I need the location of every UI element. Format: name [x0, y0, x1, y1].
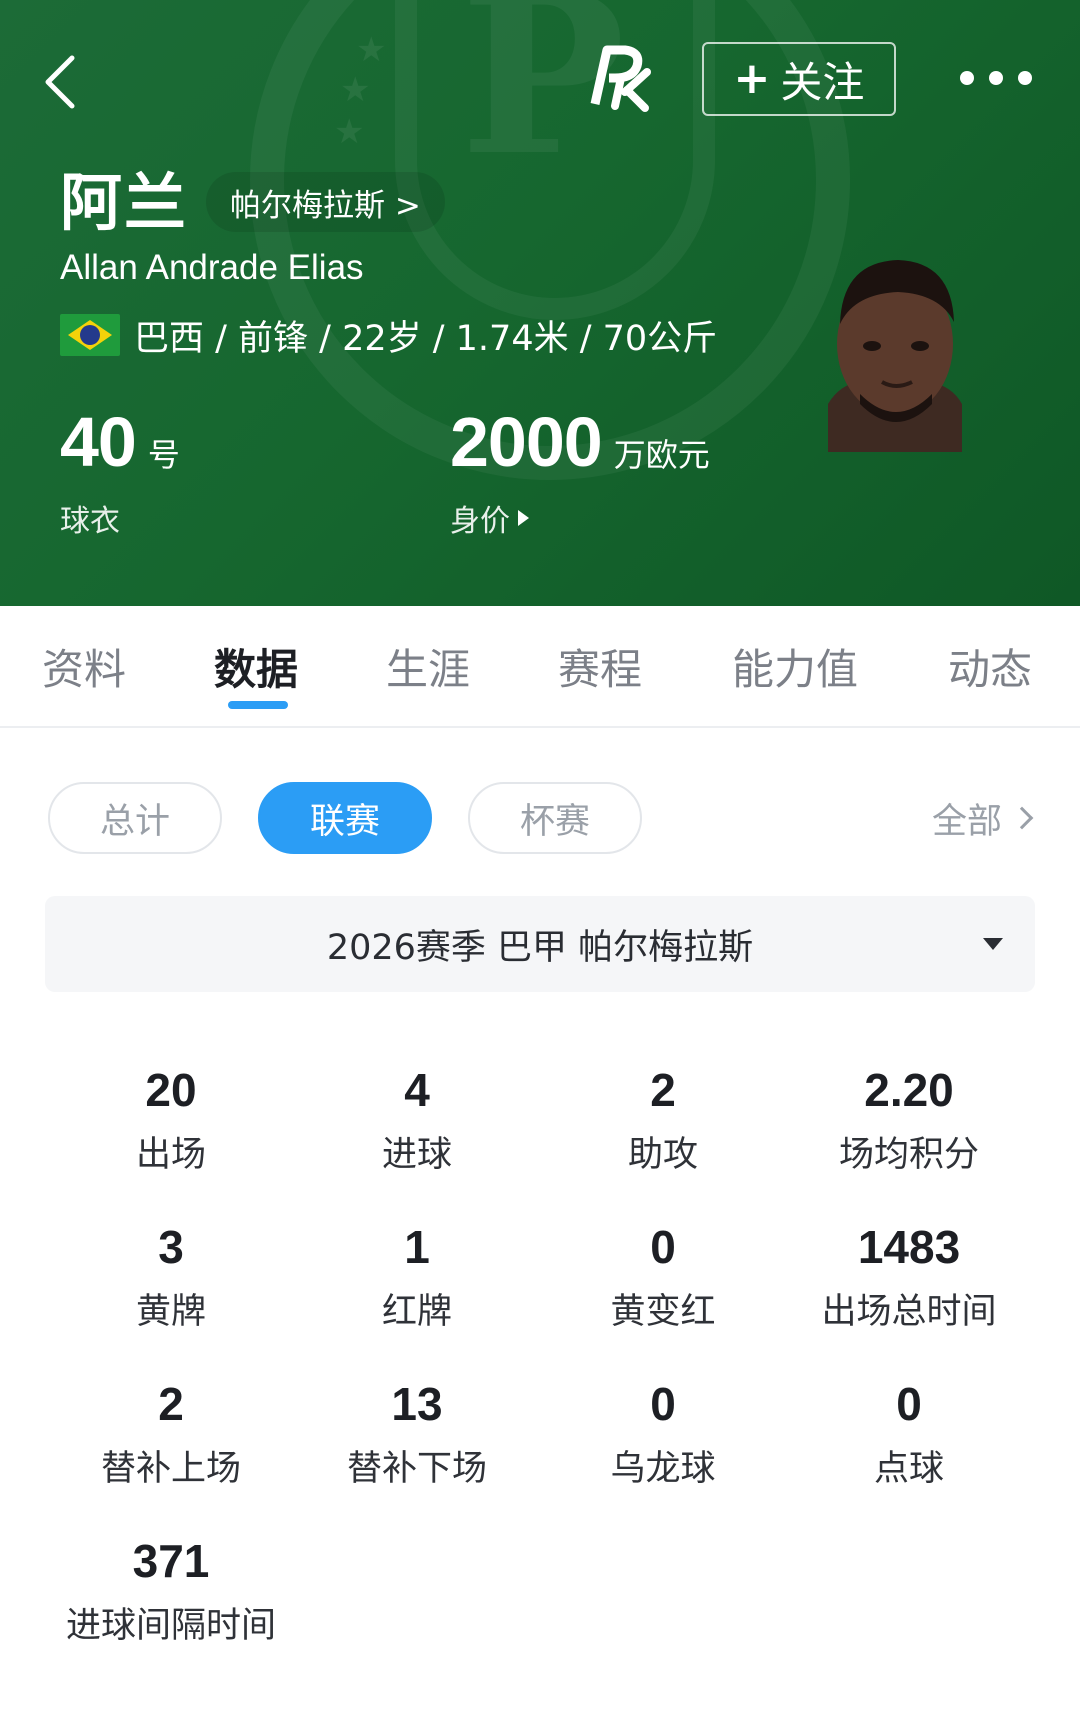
- shirt-number-block: 40 号 球衣: [60, 402, 180, 540]
- stat-second-yellow: 0 黄变红: [540, 1217, 786, 1335]
- stat-appearances: 20 出场: [48, 1060, 294, 1178]
- shirt-number: 40: [60, 403, 137, 481]
- stat-goals: 4 进球: [294, 1060, 540, 1178]
- player-english-name: Allan Andrade Elias: [60, 248, 364, 287]
- filter-total[interactable]: 总计: [48, 782, 222, 854]
- stat-value: 13: [391, 1378, 443, 1430]
- player-info-row: 巴西 / 前锋 / 22岁 / 1.74米 / 70公斤: [60, 312, 718, 359]
- stat-label: 黄牌: [135, 1292, 206, 1332]
- stat-value: 2.20: [864, 1064, 954, 1116]
- filter-cup[interactable]: 杯赛: [468, 782, 642, 854]
- stat-value: 371: [132, 1535, 210, 1587]
- stat-label: 替补下场: [346, 1449, 487, 1489]
- star-icon: ★: [340, 70, 371, 110]
- all-competitions-link[interactable]: 全部: [932, 796, 1034, 842]
- shirt-number-label: 球衣: [60, 504, 120, 539]
- stat-own-goals: 0 乌龙球: [540, 1374, 786, 1492]
- more-dot-icon: [1018, 71, 1032, 85]
- back-button[interactable]: [34, 52, 84, 112]
- filter-league[interactable]: 联赛: [258, 782, 432, 854]
- tab-stats[interactable]: 数据: [214, 636, 298, 697]
- stat-value: 1: [404, 1221, 430, 1273]
- tab-ability[interactable]: 能力值: [732, 636, 858, 697]
- stat-label: 出场: [135, 1135, 206, 1175]
- stat-value: 0: [650, 1378, 676, 1430]
- stat-minutes-played: 1483 出场总时间: [786, 1217, 1032, 1335]
- stat-label: 出场总时间: [821, 1292, 997, 1332]
- stat-value: 1483: [857, 1221, 961, 1273]
- stat-label: 进球: [381, 1135, 452, 1175]
- tab-bar: 资料 数据 生涯 赛程 能力值 动态: [0, 606, 1080, 728]
- tab-schedule[interactable]: 赛程: [558, 636, 642, 697]
- stat-label: 乌龙球: [610, 1449, 716, 1489]
- stat-assists: 2 助攻: [540, 1060, 786, 1178]
- brazil-flag-icon: [60, 314, 120, 356]
- active-tab-indicator: [228, 701, 288, 709]
- stat-label: 助攻: [627, 1135, 698, 1175]
- player-name: 阿兰: [60, 166, 189, 239]
- more-options-button[interactable]: [960, 60, 1032, 96]
- app-logo-icon: [590, 45, 651, 112]
- star-icon: ★: [334, 112, 365, 152]
- tab-profile[interactable]: 资料: [42, 636, 126, 697]
- more-dot-icon: [960, 71, 974, 85]
- follow-button-label: 关注: [780, 57, 865, 107]
- stat-value: 20: [145, 1064, 197, 1116]
- team-link[interactable]: 帕尔梅拉斯 >: [206, 172, 445, 232]
- stat-label: 进球间隔时间: [65, 1606, 276, 1646]
- season-dropdown-value: 2026赛季 巴甲 帕尔梅拉斯: [326, 927, 754, 968]
- plus-icon: +: [733, 53, 771, 104]
- stat-sub-on: 2 替补上场: [48, 1374, 294, 1492]
- stat-value: 4: [404, 1064, 430, 1116]
- stat-value: 2: [158, 1378, 184, 1430]
- chevron-left-icon: [45, 55, 75, 109]
- star-icon: ★: [356, 30, 387, 70]
- stat-label: 点球: [873, 1449, 944, 1489]
- stat-value: 2: [650, 1064, 676, 1116]
- stat-label: 红牌: [381, 1292, 452, 1332]
- play-arrow-icon: [518, 510, 529, 526]
- stat-value: 0: [896, 1378, 922, 1430]
- market-value-block[interactable]: 2000 万欧元 身价: [450, 402, 710, 540]
- chevron-right-icon: [1010, 806, 1034, 830]
- market-value-label[interactable]: 身价: [450, 496, 710, 540]
- tab-news[interactable]: 动态: [948, 636, 1032, 697]
- market-value-unit: 万欧元: [613, 436, 710, 474]
- stat-red-cards: 1 红牌: [294, 1217, 540, 1335]
- all-competitions-label: 全部: [932, 801, 1003, 842]
- tab-career[interactable]: 生涯: [386, 636, 470, 697]
- shirt-number-unit: 号: [147, 436, 180, 474]
- stat-label: 场均积分: [838, 1135, 979, 1175]
- stat-label: 替补上场: [100, 1449, 241, 1489]
- player-avatar: [828, 260, 962, 452]
- stat-penalties: 0 点球: [786, 1374, 1032, 1492]
- market-value-label-text: 身价: [450, 504, 510, 539]
- player-info-text: 巴西 / 前锋 / 22岁 / 1.74米 / 70公斤: [134, 318, 718, 359]
- caret-down-icon: [983, 938, 1003, 950]
- follow-button[interactable]: + 关注: [702, 42, 896, 116]
- player-header: P ★ ★ ★ + 关注 阿兰 帕尔梅拉斯 > Allan Andrade El…: [0, 0, 1080, 606]
- market-value: 2000: [450, 403, 603, 481]
- stat-yellow-cards: 3 黄牌: [48, 1217, 294, 1335]
- stat-value: 0: [650, 1221, 676, 1273]
- stat-sub-off: 13 替补下场: [294, 1374, 540, 1492]
- stat-points-per-game: 2.20 场均积分: [786, 1060, 1032, 1178]
- stat-label: 黄变红: [610, 1292, 716, 1332]
- stat-minutes-per-goal: 371 进球间隔时间: [48, 1531, 294, 1649]
- season-dropdown[interactable]: 2026赛季 巴甲 帕尔梅拉斯: [45, 896, 1035, 992]
- more-dot-icon: [989, 71, 1003, 85]
- stat-value: 3: [158, 1221, 184, 1273]
